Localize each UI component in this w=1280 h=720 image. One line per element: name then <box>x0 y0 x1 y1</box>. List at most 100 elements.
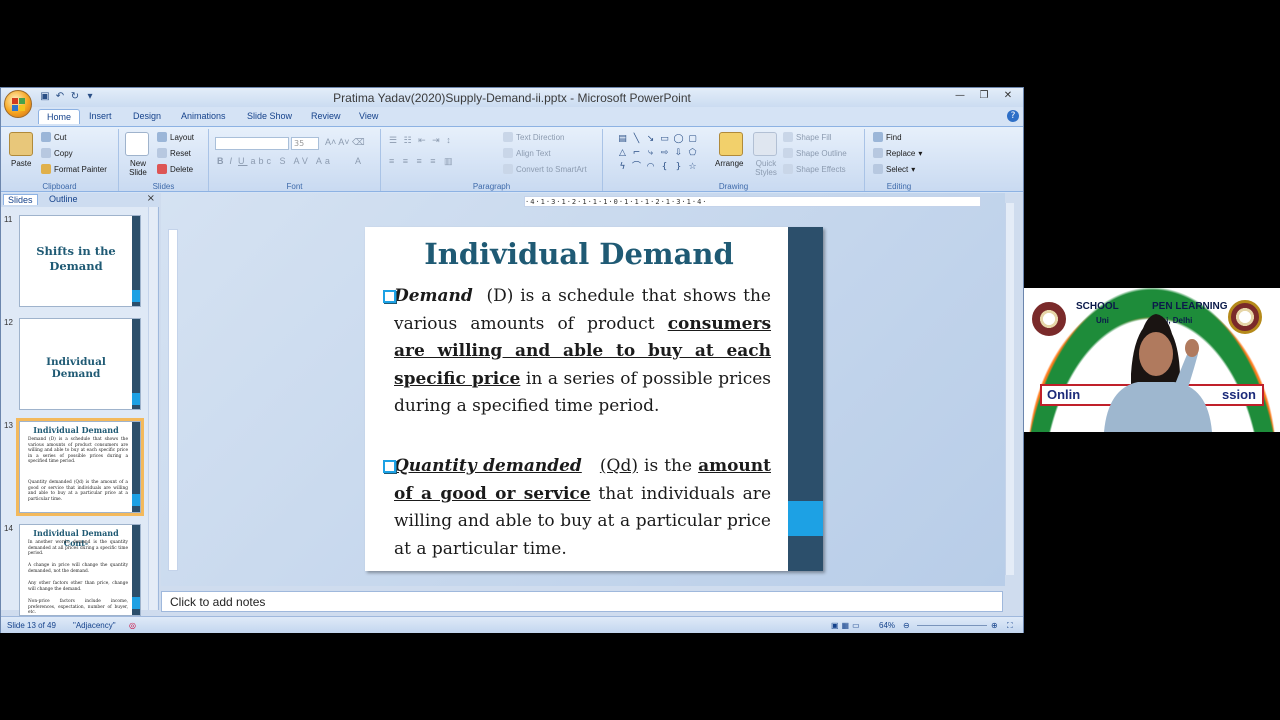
pane-tabs: Slides Outline × <box>1 193 159 207</box>
align-text-button[interactable]: Align Text <box>503 148 551 158</box>
curve-shape-icon[interactable]: ⌒ <box>630 161 643 174</box>
rounded-rect-shape-icon[interactable]: ▢ <box>686 133 699 146</box>
arrange-button[interactable]: Arrange <box>715 159 743 168</box>
tab-design[interactable]: Design <box>125 109 169 123</box>
zoom-slider[interactable] <box>917 625 987 626</box>
cut-button[interactable]: Cut <box>41 132 66 142</box>
new-slide-button[interactable]: New Slide <box>123 159 153 177</box>
shape-outline-button[interactable]: Shape Outline <box>783 148 847 158</box>
slide-sidebar <box>788 227 823 571</box>
font-format-icons[interactable]: BIU abc S AV Aa <box>217 156 333 166</box>
lightning-shape-icon[interactable]: ϟ <box>616 161 629 174</box>
paste-icon[interactable] <box>9 132 33 156</box>
textbox-shape-icon[interactable]: ▤ <box>616 133 629 146</box>
bullet-demand: Demand (D) is a schedule that shows the … <box>383 283 771 421</box>
webcam-video: SCHOOL PEN LEARNING Uni lhi, Delhi Onlin… <box>1024 288 1280 432</box>
help-icon[interactable]: ? <box>1007 110 1019 122</box>
tab-insert[interactable]: Insert <box>81 109 120 123</box>
list-indent-icons[interactable]: ☰ ☷ ⇤ ⇥ ↕ <box>389 135 453 146</box>
find-button[interactable]: Find <box>873 132 902 142</box>
font-size-box[interactable]: 35 <box>291 137 319 150</box>
tab-slides[interactable]: Slides <box>3 194 38 205</box>
line-shape-icon[interactable]: ╲ <box>630 133 643 146</box>
pentagon-shape-icon[interactable]: ⬠ <box>686 147 699 160</box>
thumb-title: Individual Demand <box>33 425 119 435</box>
thumb-text: Demand (D) is a schedule that shows the … <box>28 437 128 465</box>
arc-shape-icon[interactable]: ◠ <box>644 161 657 174</box>
cursor-icon <box>873 164 883 174</box>
new-slide-icon[interactable] <box>125 132 149 156</box>
replace-button[interactable]: Replace ▾ <box>873 148 922 158</box>
spellcheck-icon[interactable]: ◎ <box>129 621 136 630</box>
thumb-text: Quantity demanded (Qd) is the amount of … <box>28 480 128 502</box>
shape-fill-button[interactable]: Shape Fill <box>783 132 832 142</box>
pane-scrollbar[interactable] <box>148 207 157 610</box>
oval-shape-icon[interactable]: ◯ <box>672 133 685 146</box>
shape-outline-icon <box>783 148 793 158</box>
format-painter-button[interactable]: Format Painter <box>41 164 107 174</box>
shape-effects-icon <box>783 164 793 174</box>
tab-home[interactable]: Home <box>38 109 81 124</box>
term-quantity-demanded: Quantity demanded <box>394 456 582 476</box>
connector-shape-icon[interactable]: ⤷ <box>644 147 657 160</box>
arrow-shape-icon[interactable]: ↘ <box>644 133 657 146</box>
tab-view[interactable]: View <box>351 109 386 123</box>
brace-left-shape-icon[interactable]: { <box>658 161 671 174</box>
paste-button[interactable]: Paste <box>11 159 31 168</box>
triangle-shape-icon[interactable]: △ <box>616 147 629 160</box>
select-button[interactable]: Select ▾ <box>873 164 915 174</box>
align-text-label: Align Text <box>516 148 551 158</box>
copy-button[interactable]: Copy <box>41 148 73 158</box>
font-name-box[interactable] <box>215 137 289 150</box>
canvas-scrollbar[interactable] <box>1005 203 1014 575</box>
fit-window-icon[interactable]: ⛶ <box>1007 621 1013 631</box>
view-buttons[interactable]: ▣▦▭ <box>831 621 863 630</box>
slide-thumbnail-13[interactable]: Individual Demand Demand (D) is a schedu… <box>16 418 144 516</box>
layout-label: Layout <box>170 132 195 142</box>
slide[interactable]: Individual Demand Demand (D) is a schedu… <box>365 227 823 571</box>
star-shape-icon[interactable]: ☆ <box>686 161 699 174</box>
tab-slide-show[interactable]: Slide Show <box>239 109 300 123</box>
replace-label: Replace <box>886 148 916 158</box>
font-grow-shrink-icons[interactable]: A˄ A˅ ⌫ <box>325 137 365 148</box>
minimize-icon[interactable]: — <box>949 89 971 104</box>
shape-outline-label: Shape Outline <box>796 148 847 158</box>
layout-button[interactable]: Layout <box>157 132 194 142</box>
slide-thumbnail-12[interactable]: Individual Demand <box>19 318 141 410</box>
slide-thumbnail-14[interactable]: Individual Demand Cont- In another words… <box>19 524 141 616</box>
restore-icon[interactable]: ❐ <box>973 89 995 104</box>
title-bar: ▣ ↶ ↻ ▾ Pratima Yadav(2020)Supply-Demand… <box>1 88 1023 107</box>
rect-shape-icon[interactable]: ▭ <box>658 133 671 146</box>
elbow-shape-icon[interactable]: ⌐ <box>630 147 643 160</box>
office-button[interactable] <box>4 90 32 118</box>
quick-styles-button[interactable]: Quick Styles <box>751 159 781 177</box>
thumb-text: Any other factors other than price, chan… <box>28 581 128 592</box>
pane-close-icon[interactable]: × <box>147 193 155 204</box>
font-color-icon[interactable]: A <box>355 156 361 166</box>
notes-pane[interactable]: Click to add notes <box>161 591 1003 612</box>
text-direction-button[interactable]: Text Direction <box>503 132 564 142</box>
quick-styles-icon[interactable] <box>753 132 777 156</box>
right-arrow-shape-icon[interactable]: ⇨ <box>658 147 671 160</box>
status-bar: Slide 13 of 49 "Adjacency" ◎ ▣▦▭ 64% ⊖ ⊕… <box>1 616 1023 633</box>
tab-review[interactable]: Review <box>303 109 349 123</box>
slide-thumbnail-11[interactable]: Shifts in the Demand <box>19 215 141 307</box>
zoom-out-icon[interactable]: ⊖ <box>903 621 910 630</box>
close-icon[interactable]: ✕ <box>997 89 1019 104</box>
delete-button[interactable]: Delete <box>157 164 193 174</box>
tab-animations[interactable]: Animations <box>173 109 234 123</box>
thumb-sidebar <box>132 216 140 306</box>
thumb-number: 13 <box>4 421 13 430</box>
down-arrow-shape-icon[interactable]: ⇩ <box>672 147 685 160</box>
align-icons[interactable]: ≡ ≡ ≡ ≡ ▥ <box>389 156 456 167</box>
font-group: 35 A˄ A˅ ⌫ BIU abc S AV Aa A Font <box>209 129 381 191</box>
zoom-in-icon[interactable]: ⊕ <box>991 621 998 630</box>
convert-smartart-button[interactable]: Convert to SmartArt <box>503 164 587 174</box>
brace-right-shape-icon[interactable]: } <box>672 161 685 174</box>
shapes-gallery[interactable]: ▤ ╲ ↘ ▭ ◯ ▢ △ ⌐ ⤷ ⇨ ⇩ ⬠ ϟ ⌒ ◠{} ☆ <box>616 133 708 173</box>
arrange-icon[interactable] <box>719 132 743 156</box>
tab-outline[interactable]: Outline <box>45 194 82 204</box>
reset-button[interactable]: Reset <box>157 148 191 158</box>
shape-effects-button[interactable]: Shape Effects <box>783 164 846 174</box>
align-text-icon <box>503 148 513 158</box>
